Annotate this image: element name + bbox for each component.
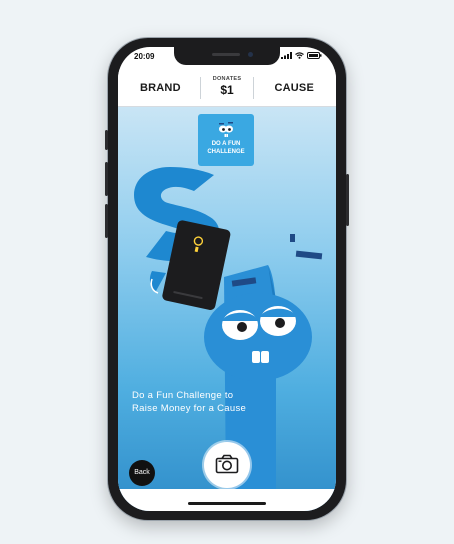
challenge-badge: DO A FUN CHALLENGE	[198, 114, 254, 166]
brand-tab[interactable]: BRAND	[140, 82, 181, 94]
signal-icon	[281, 52, 292, 59]
phone-frame: 20:09 BRAND DONATES $1 CAUSE DO A FUN CH…	[105, 38, 349, 520]
status-time: 20:09	[134, 52, 155, 61]
donates-amount: $1	[220, 83, 234, 97]
home-indicator-area	[118, 489, 336, 511]
caption-line-1: Do a Fun Challenge to	[132, 390, 234, 401]
badge-line-2: CHALLENGE	[207, 149, 245, 155]
top-bar: BRAND DONATES $1 CAUSE	[118, 69, 336, 107]
character-face-icon	[219, 122, 233, 137]
battery-icon	[307, 52, 322, 59]
screen: 20:09 BRAND DONATES $1 CAUSE DO A FUN CH…	[118, 47, 336, 511]
notch	[174, 47, 280, 65]
challenge-content: DO A FUN CHALLENGE Do a Fun Challenge to…	[118, 107, 336, 511]
divider	[253, 77, 254, 99]
wifi-icon	[295, 52, 304, 59]
home-indicator[interactable]	[188, 502, 266, 505]
phone-volume-up	[105, 162, 108, 196]
phone-side-button	[105, 130, 108, 150]
phone-power-button	[346, 174, 349, 226]
caption-line-2: Raise Money for a Cause	[132, 403, 247, 414]
challenge-caption: Do a Fun Challenge to Raise Money for a …	[132, 389, 282, 415]
camera-icon	[215, 454, 239, 474]
phone-volume-down	[105, 204, 108, 238]
cause-tab[interactable]: CAUSE	[274, 82, 314, 94]
back-button[interactable]: Back	[129, 460, 155, 486]
badge-line-1: DO A FUN	[211, 141, 241, 147]
donation-indicator: DONATES $1	[201, 76, 253, 97]
donates-label: DONATES	[212, 76, 242, 82]
camera-button[interactable]	[204, 442, 250, 488]
